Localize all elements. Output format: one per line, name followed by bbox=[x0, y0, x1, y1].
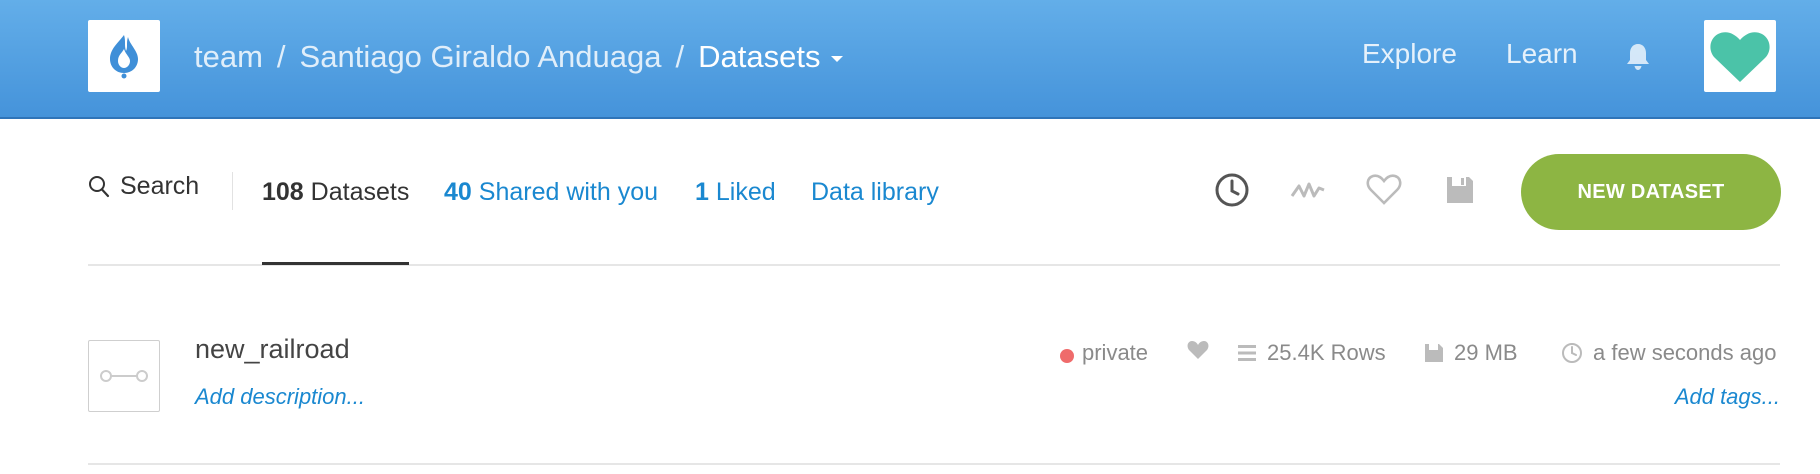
add-tags-link[interactable]: Add tags... bbox=[1675, 384, 1780, 410]
learn-link[interactable]: Learn bbox=[1506, 38, 1578, 70]
datasets-toolbar: Search 108 Datasets 40 Shared with you 1… bbox=[88, 150, 1781, 266]
dataset-row[interactable]: new_railroad Add description... private … bbox=[88, 318, 1780, 465]
breadcrumb-separator: / bbox=[276, 39, 286, 74]
tab-shared-with-you[interactable]: 40 Shared with you bbox=[444, 178, 658, 207]
breadcrumb-datasets-dropdown[interactable]: Datasets bbox=[698, 39, 844, 75]
top-navigation-bar: team / Santiago Giraldo Anduaga / Datase… bbox=[0, 0, 1820, 119]
sort-recent-button[interactable] bbox=[1212, 170, 1252, 210]
clock-icon bbox=[1562, 343, 1582, 363]
like-button[interactable] bbox=[1187, 340, 1219, 360]
explore-link[interactable]: Explore bbox=[1362, 38, 1457, 70]
breadcrumb-separator: / bbox=[675, 39, 685, 74]
active-tab-indicator bbox=[262, 262, 409, 265]
dataset-thumbnail[interactable] bbox=[88, 340, 160, 412]
size-label: 29 MB bbox=[1454, 340, 1518, 365]
breadcrumb-datasets-label: Datasets bbox=[698, 39, 821, 74]
tab-liked[interactable]: 1 Liked bbox=[695, 178, 776, 207]
caret-down-icon bbox=[831, 56, 844, 62]
tab-label: Shared with you bbox=[478, 178, 659, 206]
user-avatar[interactable] bbox=[1704, 20, 1776, 92]
save-icon bbox=[1425, 344, 1443, 362]
search-icon bbox=[89, 175, 110, 197]
heart-avatar-icon bbox=[1710, 32, 1770, 82]
rows-label: 25.4K Rows bbox=[1267, 340, 1386, 365]
heart-icon bbox=[1366, 174, 1402, 205]
visibility-label: private bbox=[1082, 340, 1149, 365]
updated-label: a few seconds ago bbox=[1593, 340, 1777, 365]
breadcrumb-user[interactable]: Santiago Giraldo Anduaga bbox=[300, 39, 662, 75]
add-description-link[interactable]: Add description... bbox=[195, 384, 365, 410]
tab-count: 108 bbox=[262, 178, 304, 206]
notifications-bell-icon[interactable] bbox=[1622, 41, 1654, 73]
breadcrumb-team[interactable]: team bbox=[194, 39, 263, 75]
app-logo[interactable] bbox=[88, 20, 160, 92]
tab-label: Datasets bbox=[310, 178, 410, 206]
tab-datasets[interactable]: 108 Datasets bbox=[262, 178, 409, 207]
last-updated: a few seconds ago bbox=[1561, 340, 1776, 366]
sort-activity-button[interactable] bbox=[1288, 170, 1328, 210]
toolbar-divider bbox=[232, 172, 233, 210]
save-icon bbox=[1447, 177, 1473, 203]
activity-icon bbox=[1290, 182, 1325, 198]
tab-count: 40 bbox=[444, 178, 472, 206]
search-button[interactable]: Search bbox=[88, 172, 199, 201]
tab-label: Data library bbox=[811, 178, 939, 206]
tab-data-library[interactable]: Data library bbox=[811, 178, 939, 207]
breadcrumb: team / Santiago Giraldo Anduaga / Datase… bbox=[194, 36, 844, 78]
heart-icon bbox=[1187, 341, 1209, 359]
dataset-graph-icon bbox=[100, 370, 148, 382]
tab-count: 1 bbox=[695, 178, 709, 206]
rows-icon bbox=[1238, 345, 1256, 361]
dataset-size: 29 MB bbox=[1424, 340, 1518, 366]
dataset-name[interactable]: new_railroad bbox=[195, 334, 350, 365]
private-dot-icon bbox=[1060, 349, 1074, 363]
clock-icon bbox=[1215, 173, 1249, 207]
tab-label: Liked bbox=[715, 178, 776, 206]
drop-logo-icon bbox=[110, 35, 138, 79]
sort-size-button[interactable] bbox=[1440, 170, 1480, 210]
sort-liked-button[interactable] bbox=[1364, 170, 1404, 210]
visibility-status: private bbox=[1060, 340, 1148, 366]
search-label: Search bbox=[120, 172, 200, 200]
new-dataset-button[interactable]: NEW DATASET bbox=[1521, 154, 1781, 230]
row-count: 25.4K Rows bbox=[1237, 340, 1386, 366]
